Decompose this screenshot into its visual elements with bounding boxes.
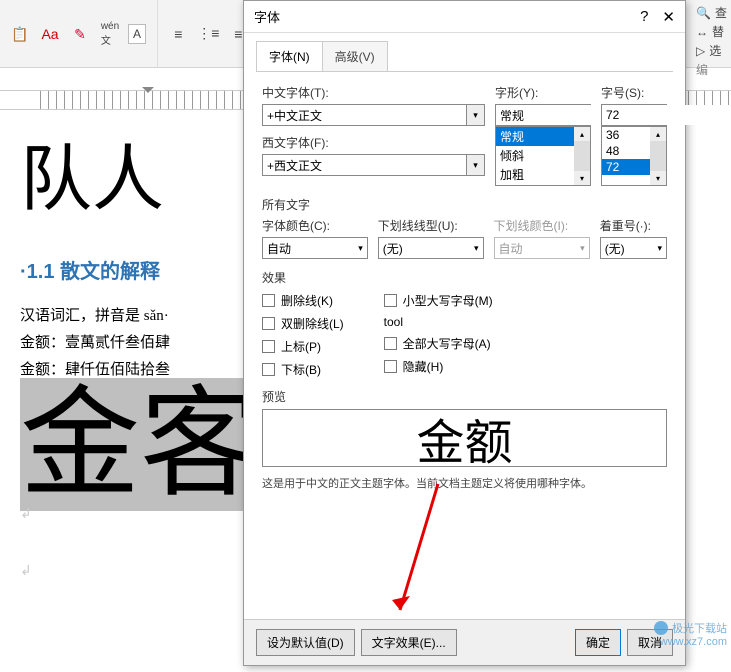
- find-link[interactable]: 🔍查: [696, 4, 727, 21]
- double-strike-checkbox[interactable]: 双删除线(L): [262, 315, 344, 332]
- hidden-checkbox[interactable]: 隐藏(H): [384, 358, 493, 375]
- preview-note: 这是用于中文的正文主题字体。当前文档主题定义将使用哪种字体。: [262, 475, 667, 491]
- size-scrollbar[interactable]: ▴▾: [650, 127, 666, 185]
- style-listbox[interactable]: 常规 倾斜 加粗 ▴▾: [495, 126, 591, 186]
- style-option-bold[interactable]: 加粗: [496, 165, 574, 184]
- watermark-logo-icon: [654, 621, 668, 635]
- ok-button[interactable]: 确定: [575, 629, 621, 656]
- text-effects-button[interactable]: 文字效果(E)...: [361, 629, 457, 656]
- west-font-input[interactable]: [263, 155, 466, 175]
- size-listbox[interactable]: 36 48 72 ▴▾: [601, 126, 667, 186]
- underline-color-combo: 自动▾: [494, 237, 590, 259]
- char-border-icon[interactable]: A: [128, 24, 146, 44]
- dialog-tabs: 字体(N) 高级(V): [256, 41, 673, 72]
- dropdown-arrow-icon[interactable]: ▾: [466, 105, 484, 125]
- underline-color-label: 下划线颜色(I):: [494, 217, 590, 234]
- preview-box: 金额: [262, 409, 667, 467]
- editing-group: 🔍查 ↔替 ▷选 编: [696, 2, 727, 80]
- dialog-title: 字体: [254, 7, 280, 26]
- underline-style-label: 下划线线型(U):: [378, 217, 484, 234]
- preview-text: 金额: [416, 409, 512, 467]
- dialog-titlebar: 字体 ? ✕: [244, 1, 685, 33]
- cn-font-label: 中文字体(T):: [262, 84, 485, 101]
- size-option-selected[interactable]: 72: [602, 159, 650, 175]
- west-font-combo[interactable]: ▾: [262, 154, 485, 176]
- strike-checkbox[interactable]: 删除线(K): [262, 292, 344, 309]
- underline-style-combo[interactable]: (无)▾: [378, 237, 484, 259]
- size-label: 字号(S):: [601, 84, 667, 101]
- all-text-group-label: 所有文字: [262, 196, 667, 213]
- cn-font-combo[interactable]: ▾: [262, 104, 485, 126]
- dropdown-arrow-icon[interactable]: ▾: [466, 155, 484, 175]
- emphasis-label: 着重号(·):: [600, 217, 667, 234]
- dialog-footer: 设为默认值(D) 文字效果(E)... 确定 取消: [244, 619, 685, 665]
- style-input-combo[interactable]: [495, 104, 591, 126]
- tab-advanced[interactable]: 高级(V): [322, 41, 388, 71]
- allcaps-checkbox[interactable]: 全部大写字母(A): [384, 335, 493, 352]
- style-label: 字形(Y):: [495, 84, 591, 101]
- west-font-label: 西文字体(F):: [262, 134, 485, 151]
- replace-link[interactable]: ↔替: [696, 23, 727, 40]
- preview-group-label: 预览: [262, 388, 667, 405]
- size-option[interactable]: 36: [602, 127, 650, 143]
- superscript-checkbox[interactable]: 上标(P): [262, 338, 344, 355]
- select-link[interactable]: ▷选: [696, 42, 727, 59]
- help-button[interactable]: ?: [640, 8, 648, 26]
- style-option-regular[interactable]: 常规: [496, 127, 574, 146]
- emphasis-combo[interactable]: (无)▾: [600, 237, 667, 259]
- size-input-combo[interactable]: [601, 104, 667, 126]
- tab-font[interactable]: 字体(N): [256, 41, 323, 71]
- font-color-icon[interactable]: Aa: [38, 22, 62, 46]
- word-app-background: 📋 Aa ✎ wén文 A ≡ ⋮≡ ≡ ≡ 🔍查 ↔替 ▷选 编 队人 ·1.…: [0, 0, 731, 672]
- style-option-italic[interactable]: 倾斜: [496, 146, 574, 165]
- font-color-label: 字体颜色(C):: [262, 217, 368, 234]
- close-button[interactable]: ✕: [662, 8, 675, 26]
- ruler-indent-marker[interactable]: [142, 87, 154, 93]
- numbering-icon[interactable]: ⋮≡: [196, 22, 220, 46]
- edit-group-label: 编: [696, 61, 727, 78]
- set-default-button[interactable]: 设为默认值(D): [256, 629, 355, 656]
- highlight-icon[interactable]: ✎: [68, 22, 92, 46]
- size-input[interactable]: [602, 105, 731, 125]
- size-option[interactable]: 48: [602, 143, 650, 159]
- font-color-combo[interactable]: 自动▾: [262, 237, 368, 259]
- style-scrollbar[interactable]: ▴▾: [574, 127, 590, 185]
- subscript-checkbox[interactable]: 下标(B): [262, 361, 344, 378]
- effects-group-label: 效果: [262, 269, 667, 286]
- paste-icon[interactable]: 📋: [8, 22, 32, 46]
- bullets-icon[interactable]: ≡: [166, 22, 190, 46]
- smallcaps-checkbox[interactable]: 小型大写字母(M): [384, 292, 493, 309]
- font-dialog: 字体 ? ✕ 字体(N) 高级(V) 中文字体(T): ▾ 西文字体(F):: [243, 0, 686, 666]
- phonetic-icon[interactable]: wén文: [98, 22, 122, 46]
- cn-font-input[interactable]: [263, 105, 466, 125]
- watermark: 极光下载站 www.xz7.com: [654, 620, 727, 648]
